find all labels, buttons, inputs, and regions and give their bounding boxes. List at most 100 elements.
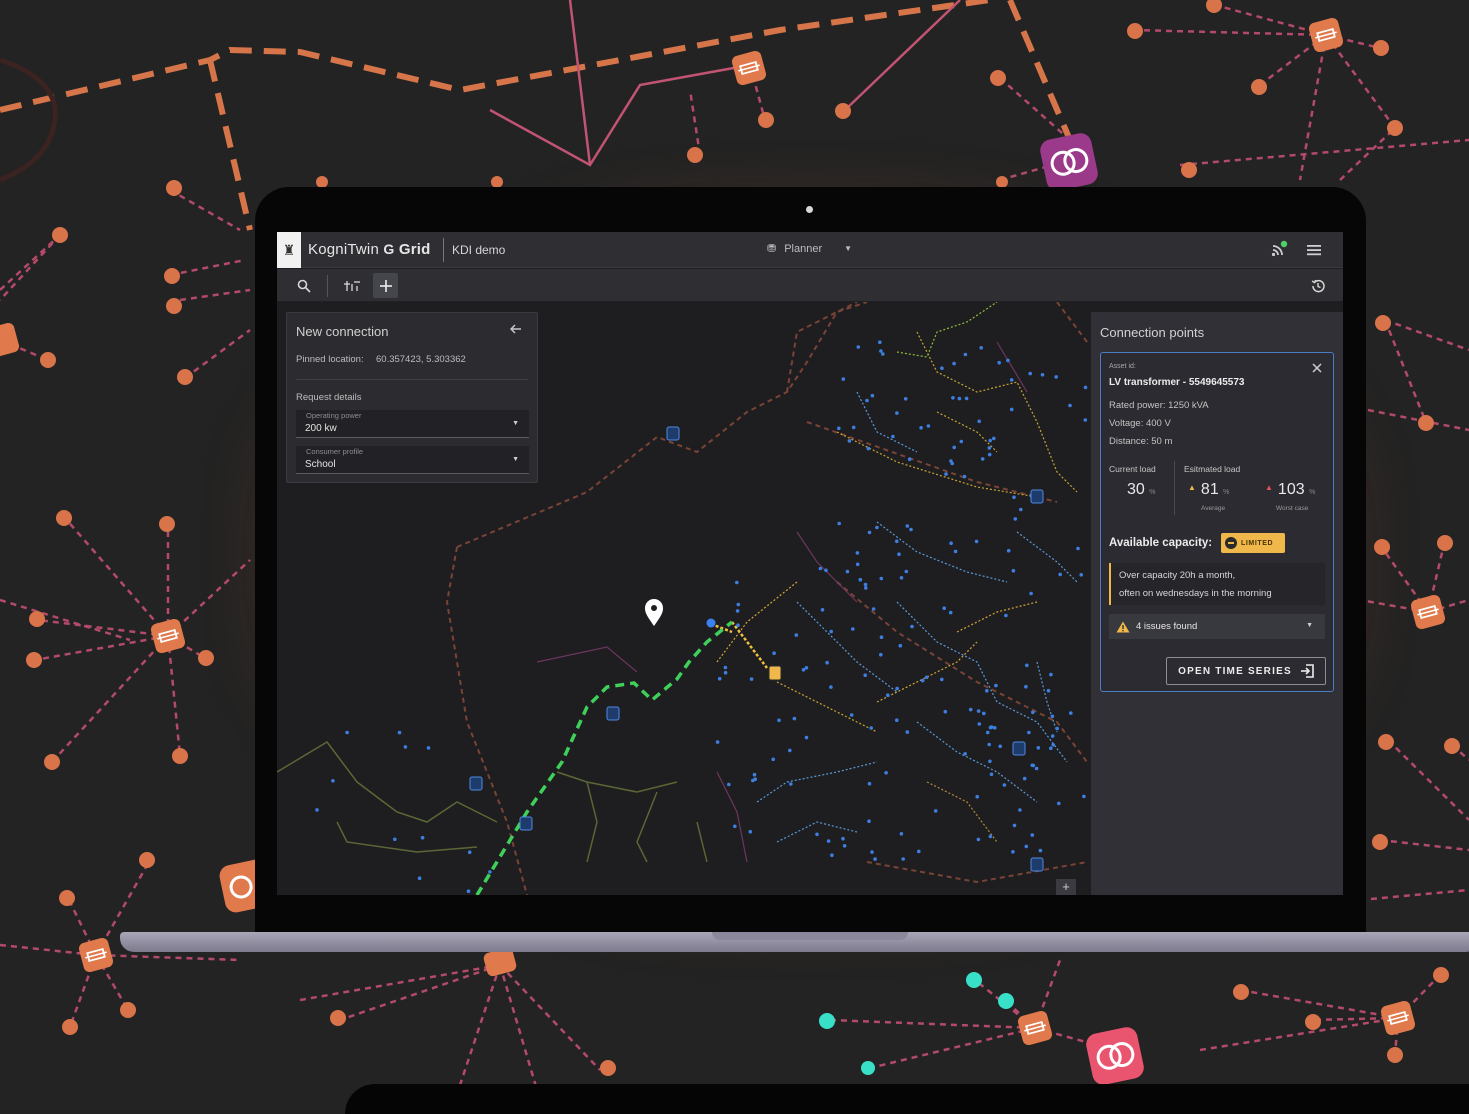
network-node	[987, 452, 992, 457]
network-node	[977, 722, 982, 726]
network-node	[907, 457, 912, 461]
close-icon[interactable]	[1312, 361, 1322, 376]
network-node	[951, 396, 955, 400]
network-node	[777, 718, 781, 723]
network-node	[940, 366, 944, 370]
network-node	[1049, 746, 1053, 751]
network-node	[752, 772, 757, 777]
network-node	[959, 439, 964, 444]
chevron-down-icon: ▼	[512, 456, 519, 463]
network-node	[944, 472, 948, 476]
issues-dropdown[interactable]: 4 issues found ▼	[1109, 614, 1325, 639]
network-node	[898, 643, 903, 648]
network-node	[957, 396, 962, 401]
history-icon[interactable]	[1305, 273, 1330, 298]
zoom-in-button[interactable]: +	[1056, 879, 1076, 895]
network-node	[1012, 495, 1016, 500]
consumer-profile-select[interactable]: Consumer profile School ▼	[296, 446, 529, 474]
network-node	[842, 844, 847, 848]
network-node	[992, 436, 996, 441]
network-node	[988, 834, 993, 839]
estimated-load-label: Esitmated load	[1184, 464, 1241, 474]
operating-power-select[interactable]: Operating power 200 kw ▼	[296, 410, 529, 438]
chevron-down-icon: ▼	[1306, 622, 1313, 629]
field-label: Operating power	[306, 411, 362, 420]
network-node	[1058, 572, 1062, 577]
network-node	[863, 582, 868, 587]
network-node	[856, 345, 861, 349]
network-node	[1025, 663, 1029, 668]
network-node	[952, 361, 956, 366]
network-node	[851, 425, 856, 430]
brand-divider	[443, 238, 444, 262]
rss-icon[interactable]	[1270, 240, 1288, 258]
network-node	[426, 746, 431, 750]
network-node	[715, 740, 720, 744]
capacity-status-badge: LIMITED	[1221, 533, 1285, 553]
network-node	[1046, 688, 1051, 693]
network-node	[1002, 783, 1007, 787]
network-node	[985, 689, 989, 693]
network-node	[1057, 801, 1061, 806]
mode-selector[interactable]: ⛃ Planner ▼	[767, 242, 853, 256]
network-node	[879, 635, 884, 639]
network-node	[962, 474, 967, 479]
open-time-series-button[interactable]: OPEN TIME SERIES	[1166, 657, 1326, 685]
network-node	[964, 396, 969, 401]
network-node	[1011, 850, 1015, 854]
network-node	[397, 730, 402, 735]
network-node	[1024, 684, 1028, 689]
network-node	[788, 748, 792, 753]
network-node	[895, 718, 899, 722]
network-node	[869, 726, 873, 730]
capacity-status-text: LIMITED	[1241, 539, 1274, 547]
load-divider	[1174, 461, 1175, 515]
network-node	[899, 576, 904, 580]
app-brand: KogniTwin G Grid	[308, 241, 431, 258]
brand-prefix: KogniTwin	[308, 241, 380, 258]
back-arrow-icon[interactable]	[509, 323, 522, 338]
rated-power: Rated power: 1250 kVA	[1109, 400, 1209, 411]
network-node	[910, 624, 914, 629]
network-node	[886, 693, 890, 697]
brand-suffix-text: Grid	[398, 241, 431, 258]
laptop-camera	[806, 206, 813, 213]
network-node	[870, 850, 874, 854]
network-node	[1006, 548, 1011, 553]
network-node	[879, 349, 883, 353]
chevron-down-icon: ▼	[844, 244, 853, 253]
filter-icon[interactable]	[339, 273, 364, 298]
network-node	[924, 675, 929, 680]
request-details-heading: Request details	[296, 392, 362, 403]
network-node	[942, 606, 946, 610]
network-node	[771, 757, 775, 762]
network-node	[920, 678, 925, 683]
network-node	[968, 707, 973, 712]
network-node	[1013, 517, 1018, 521]
network-node	[855, 551, 860, 555]
average-load-number: 81	[1200, 481, 1219, 498]
menu-icon[interactable]	[1305, 241, 1323, 259]
plus-icon[interactable]	[373, 273, 398, 298]
network-node	[949, 459, 953, 463]
network-node	[1030, 833, 1035, 837]
planner-icon: ⛃	[767, 243, 777, 255]
current-load-value: 30 %	[1127, 481, 1155, 499]
search-icon[interactable]	[291, 273, 316, 298]
arrow-up-icon: ▲	[1265, 483, 1273, 492]
network-node	[977, 419, 981, 424]
network-node	[1028, 371, 1032, 376]
network-node	[1076, 546, 1080, 551]
arrow-up-icon: ▲	[1188, 483, 1196, 492]
percent-unit: %	[1223, 489, 1230, 496]
network-node	[1083, 418, 1088, 422]
network-node	[815, 832, 819, 837]
asset-id-label: Asset id:	[1109, 363, 1136, 370]
distance: Distance: 50 m	[1109, 436, 1173, 447]
network-node	[772, 651, 776, 655]
average-label: Average	[1201, 505, 1226, 512]
network-node	[825, 660, 829, 665]
percent-unit: %	[1309, 489, 1316, 496]
network-node	[870, 393, 875, 398]
connection-point-card[interactable]: Asset id: LV transformer - 5549645573 Ra…	[1100, 352, 1334, 692]
